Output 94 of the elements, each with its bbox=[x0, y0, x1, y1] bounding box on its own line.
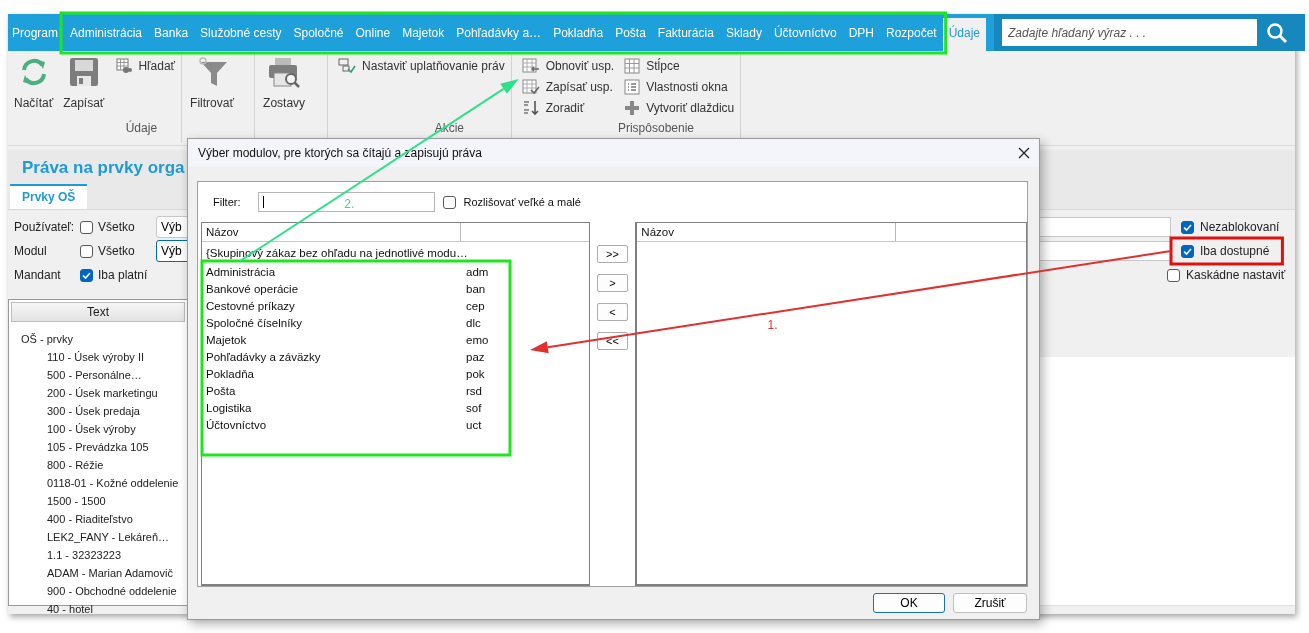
checkbox[interactable] bbox=[1181, 220, 1194, 234]
select-button[interactable]: Výb bbox=[156, 240, 190, 262]
list-item[interactable]: Administrácia bbox=[202, 265, 466, 278]
checkbox-label: Iba platní bbox=[98, 268, 148, 282]
checkbox[interactable] bbox=[1181, 244, 1194, 258]
grid-arrow-icon bbox=[521, 58, 540, 74]
cancel-button[interactable]: Zrušiť bbox=[953, 593, 1027, 613]
filter-label: Filter: bbox=[213, 196, 241, 208]
list-item[interactable]: Majetok bbox=[202, 333, 466, 346]
ribbon-button[interactable]: Zoradiť bbox=[521, 98, 615, 118]
tree-item[interactable]: OŠ - prvky bbox=[21, 330, 73, 348]
tree-item[interactable]: 100 - Úsek výroby bbox=[47, 420, 136, 438]
column-header[interactable]: Názov bbox=[637, 223, 897, 241]
module-code: adm bbox=[466, 265, 489, 278]
grid-icon bbox=[624, 58, 641, 74]
tree-item[interactable]: 1500 - 1500 bbox=[47, 492, 106, 510]
ribbon-button[interactable]: Nastaviť uplatňovanie práv bbox=[338, 56, 505, 76]
ribbon-button[interactable]: Filtrovať bbox=[188, 56, 236, 110]
tree-item[interactable]: 105 - Prevádzka 105 bbox=[47, 438, 149, 456]
list-item[interactable]: Pokladňa bbox=[202, 367, 466, 380]
tree-item[interactable]: 0118-01 - Kožné oddelenie bbox=[47, 474, 179, 492]
column-header[interactable]: Text bbox=[11, 302, 185, 322]
checkbox[interactable] bbox=[80, 220, 93, 234]
tree-item[interactable]: 500 - Personálne… bbox=[47, 366, 142, 384]
ribbon-button[interactable]: Obnoviť usp. bbox=[521, 56, 615, 76]
ribbon-group-label: Prispôsobenie bbox=[616, 121, 695, 137]
list-item[interactable]: Účtovníctvo bbox=[202, 418, 466, 431]
filter-label: Mandant bbox=[14, 268, 62, 282]
search-icon bbox=[1266, 21, 1289, 44]
module-code: cep bbox=[466, 299, 485, 312]
ribbon-button[interactable]: Načítať bbox=[12, 56, 56, 110]
printer-icon bbox=[267, 56, 302, 88]
page-title: Práva na prvky orga bbox=[21, 158, 185, 179]
module-code: emo bbox=[466, 333, 489, 346]
checkbox-label: Všetko bbox=[98, 244, 135, 258]
module-code: dlc bbox=[466, 316, 481, 329]
ribbon-button[interactable]: Stĺpce bbox=[624, 56, 735, 76]
annotation-label: 1. bbox=[767, 318, 778, 333]
ribbon-button[interactable]: Zapísať usp. bbox=[521, 77, 615, 97]
module-code: pok bbox=[466, 367, 485, 380]
module-code: sof bbox=[466, 401, 482, 414]
tree-item[interactable]: 900 - Obchodné oddelenie bbox=[47, 582, 177, 600]
list-item[interactable]: Bankové operácie bbox=[202, 282, 466, 295]
grid-check-icon bbox=[521, 79, 540, 95]
search-field[interactable]: Zadajte hľadaný výraz . . . bbox=[1002, 19, 1258, 46]
ribbon-button[interactable]: Vytvoriť dlaždicu bbox=[624, 98, 735, 118]
ribbon-button[interactable]: Zapísať bbox=[61, 56, 107, 110]
plus-icon bbox=[624, 100, 641, 116]
annotation-label: 2. bbox=[344, 197, 355, 212]
checkbox-label: Kaskádne nastaviť bbox=[1186, 268, 1286, 282]
ribbon-group-label: Údaje bbox=[124, 121, 159, 137]
checkbox[interactable] bbox=[442, 195, 456, 209]
tree-item[interactable]: 1.1 - 32323223 bbox=[47, 546, 121, 564]
filter-label: Modul bbox=[14, 244, 48, 258]
tree-item[interactable]: 300 - Úsek predaja bbox=[47, 402, 140, 420]
list-item[interactable]: Pošta bbox=[202, 384, 466, 397]
checkbox-label: Nezablokovaní bbox=[1200, 220, 1280, 234]
table-search-icon bbox=[116, 58, 133, 74]
select-button[interactable]: Výb bbox=[156, 216, 190, 238]
move-button[interactable]: >> bbox=[597, 245, 628, 263]
list-item[interactable]: Cestovné príkazy bbox=[202, 299, 466, 312]
close-icon bbox=[1018, 147, 1030, 159]
ribbon-button[interactable]: Hľadať bbox=[116, 56, 176, 76]
checkbox[interactable] bbox=[1167, 268, 1180, 282]
sort-icon bbox=[521, 100, 540, 116]
filter-field[interactable] bbox=[257, 192, 435, 212]
ribbon-button[interactable]: Zostavy bbox=[261, 56, 308, 110]
move-button[interactable]: > bbox=[597, 274, 628, 292]
module-code: uct bbox=[466, 418, 482, 431]
list-item[interactable]: Spoločné číselníky bbox=[202, 316, 466, 329]
ok-button[interactable]: OK bbox=[873, 593, 945, 613]
tree-item[interactable]: 800 - Réžie bbox=[47, 456, 104, 474]
tree-item[interactable]: 40 - hotel bbox=[47, 600, 93, 618]
checkbox[interactable] bbox=[80, 244, 93, 258]
module-code: rsd bbox=[466, 384, 482, 397]
list-item[interactable]: Pohľadávky a záväzky bbox=[202, 350, 466, 363]
checkbox[interactable] bbox=[80, 268, 93, 282]
checkbox-label: Iba dostupné bbox=[1200, 244, 1270, 258]
ribbon-button[interactable]: Vlastnosti okna bbox=[624, 77, 735, 97]
tree-item[interactable]: ADAM - Marian Adamovič bbox=[47, 564, 173, 582]
tree-item[interactable]: 110 - Úsek výroby II bbox=[47, 348, 144, 366]
move-button[interactable]: < bbox=[597, 303, 628, 321]
checkbox-label: Všetko bbox=[98, 220, 135, 234]
tree-item[interactable]: 200 - Úsek marketingu bbox=[47, 384, 158, 402]
module-code: paz bbox=[466, 350, 485, 363]
module-code: ban bbox=[466, 282, 486, 295]
tree-item[interactable]: LEK2_FANY - Lekáreň… bbox=[47, 528, 170, 546]
column-header[interactable]: Názov bbox=[202, 223, 461, 241]
checkbox-label: Rozlišovať veľké a malé bbox=[463, 196, 581, 208]
settings-check-icon bbox=[338, 58, 357, 74]
tree-item[interactable]: 400 - Riaditeľstvo bbox=[47, 510, 133, 528]
list-item[interactable]: Logistika bbox=[202, 401, 466, 414]
filter-label: Používateľ: bbox=[14, 220, 76, 234]
list-icon bbox=[624, 79, 641, 95]
